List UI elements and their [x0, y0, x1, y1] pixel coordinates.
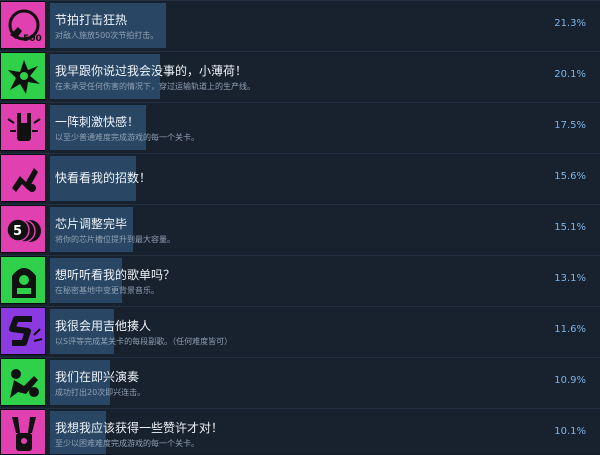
- achievement-percent: 11.6%: [554, 324, 586, 335]
- achievement-row[interactable]: 5 芯片调整完毕 将你的芯片槽位提升到最大容量。 15.1%: [0, 204, 600, 255]
- 500-beat-hit-icon: 500: [8, 9, 42, 44]
- achievement-title: 我想我应该获得一些赞许才对！: [55, 421, 224, 435]
- achievement-title: 我很会用吉他揍人: [55, 319, 152, 333]
- achievement-title: 想听听看我的歌单吗？: [55, 268, 176, 282]
- achievement-list: 500 节拍打击狂热 对敌人施放500次节拍打击。 21.3% 我早跟你说过我会…: [0, 0, 600, 455]
- achievement-icon-frame: 5: [0, 205, 46, 253]
- achievement-row[interactable]: 我很会用吉他揍人 以S评等完成某关卡的每段副歌。（任何难度皆可） 11.6%: [0, 306, 600, 357]
- combo-move-icon: [12, 168, 38, 192]
- achievement-title: 我们在即兴演奏: [55, 370, 140, 384]
- achievement-row[interactable]: 我们在即兴演奏 成功打出20次即兴连击。 10.9%: [0, 357, 600, 408]
- svg-text:5: 5: [13, 224, 22, 239]
- achievement-description: 至少以困难难度完成游戏的每一个关卡。: [55, 439, 199, 448]
- jukebox-icon: [12, 268, 36, 298]
- svg-text:500: 500: [23, 34, 42, 44]
- achievement-description: 成功打出20次即兴连击。: [55, 388, 146, 397]
- achievement-row[interactable]: 500 节拍打击狂热 对敌人施放500次节拍打击。 21.3%: [0, 0, 600, 51]
- achievement-percent: 21.3%: [554, 18, 586, 29]
- s-rank-icon: [9, 316, 43, 346]
- achievement-percent: 10.9%: [554, 375, 586, 386]
- achievement-percent: 20.1%: [554, 69, 586, 80]
- achievement-icon-frame: 500: [0, 1, 46, 49]
- achievement-icon-frame: [0, 358, 46, 406]
- achievement-description: 在未承受任何伤害的情况下，穿过运输轨道上的生产线。: [55, 82, 255, 91]
- achievement-description: 以至少普通难度完成游戏的每一个关卡。: [55, 133, 199, 142]
- achievement-title: 一阵刺激快感！: [55, 115, 140, 129]
- achievement-row[interactable]: 想听听看我的歌单吗？ 在秘密基地中变更背景音乐。 13.1%: [0, 255, 600, 306]
- achievement-row[interactable]: 我想我应该获得一些赞许才对！ 至少以困难难度完成游戏的每一个关卡。 10.1%: [0, 408, 600, 455]
- jam-pose-icon: [10, 369, 39, 398]
- achievement-percent: 10.1%: [554, 426, 586, 437]
- achievement-title: 快看看我的招数！: [55, 171, 152, 185]
- rock-hand-icon: [7, 113, 41, 141]
- achievement-title: 我早跟你说过我会没事的，小薄荷！: [55, 64, 248, 78]
- achievement-title: 芯片调整完毕: [55, 217, 128, 231]
- achievement-row[interactable]: 我早跟你说过我会没事的，小薄荷！ 在未承受任何伤害的情况下，穿过运输轨道上的生产…: [0, 51, 600, 102]
- achievement-percent: 15.6%: [554, 171, 586, 182]
- achievement-icon-frame: [0, 154, 46, 202]
- achievement-icon-frame: [0, 307, 46, 355]
- achievement-icon-frame: [0, 103, 46, 151]
- achievement-title: 节拍打击狂热: [55, 13, 128, 27]
- achievement-row[interactable]: 快看看我的招数！ 15.6%: [0, 153, 600, 204]
- achievement-row[interactable]: 一阵刺激快感！ 以至少普通难度完成游戏的每一个关卡。 17.5%: [0, 102, 600, 153]
- achievement-description: 以S评等完成某关卡的每段副歌。（任何难度皆可）: [55, 337, 233, 346]
- achievement-icon-frame: [0, 256, 46, 304]
- achievement-description: 对敌人施放500次节拍打击。: [55, 31, 159, 40]
- character-spin-icon: [8, 60, 40, 94]
- achievement-icon-frame: [0, 52, 46, 100]
- hands-up-icon: [12, 417, 36, 451]
- chip-5-icon: 5: [6, 218, 41, 243]
- achievement-percent: 13.1%: [554, 273, 586, 284]
- achievement-percent: 15.1%: [554, 222, 586, 233]
- achievement-description: 在秘密基地中变更背景音乐。: [55, 286, 159, 295]
- achievement-icon-frame: [0, 409, 46, 455]
- achievement-percent: 17.5%: [554, 120, 586, 131]
- achievement-description: 将你的芯片槽位提升到最大容量。: [55, 235, 175, 244]
